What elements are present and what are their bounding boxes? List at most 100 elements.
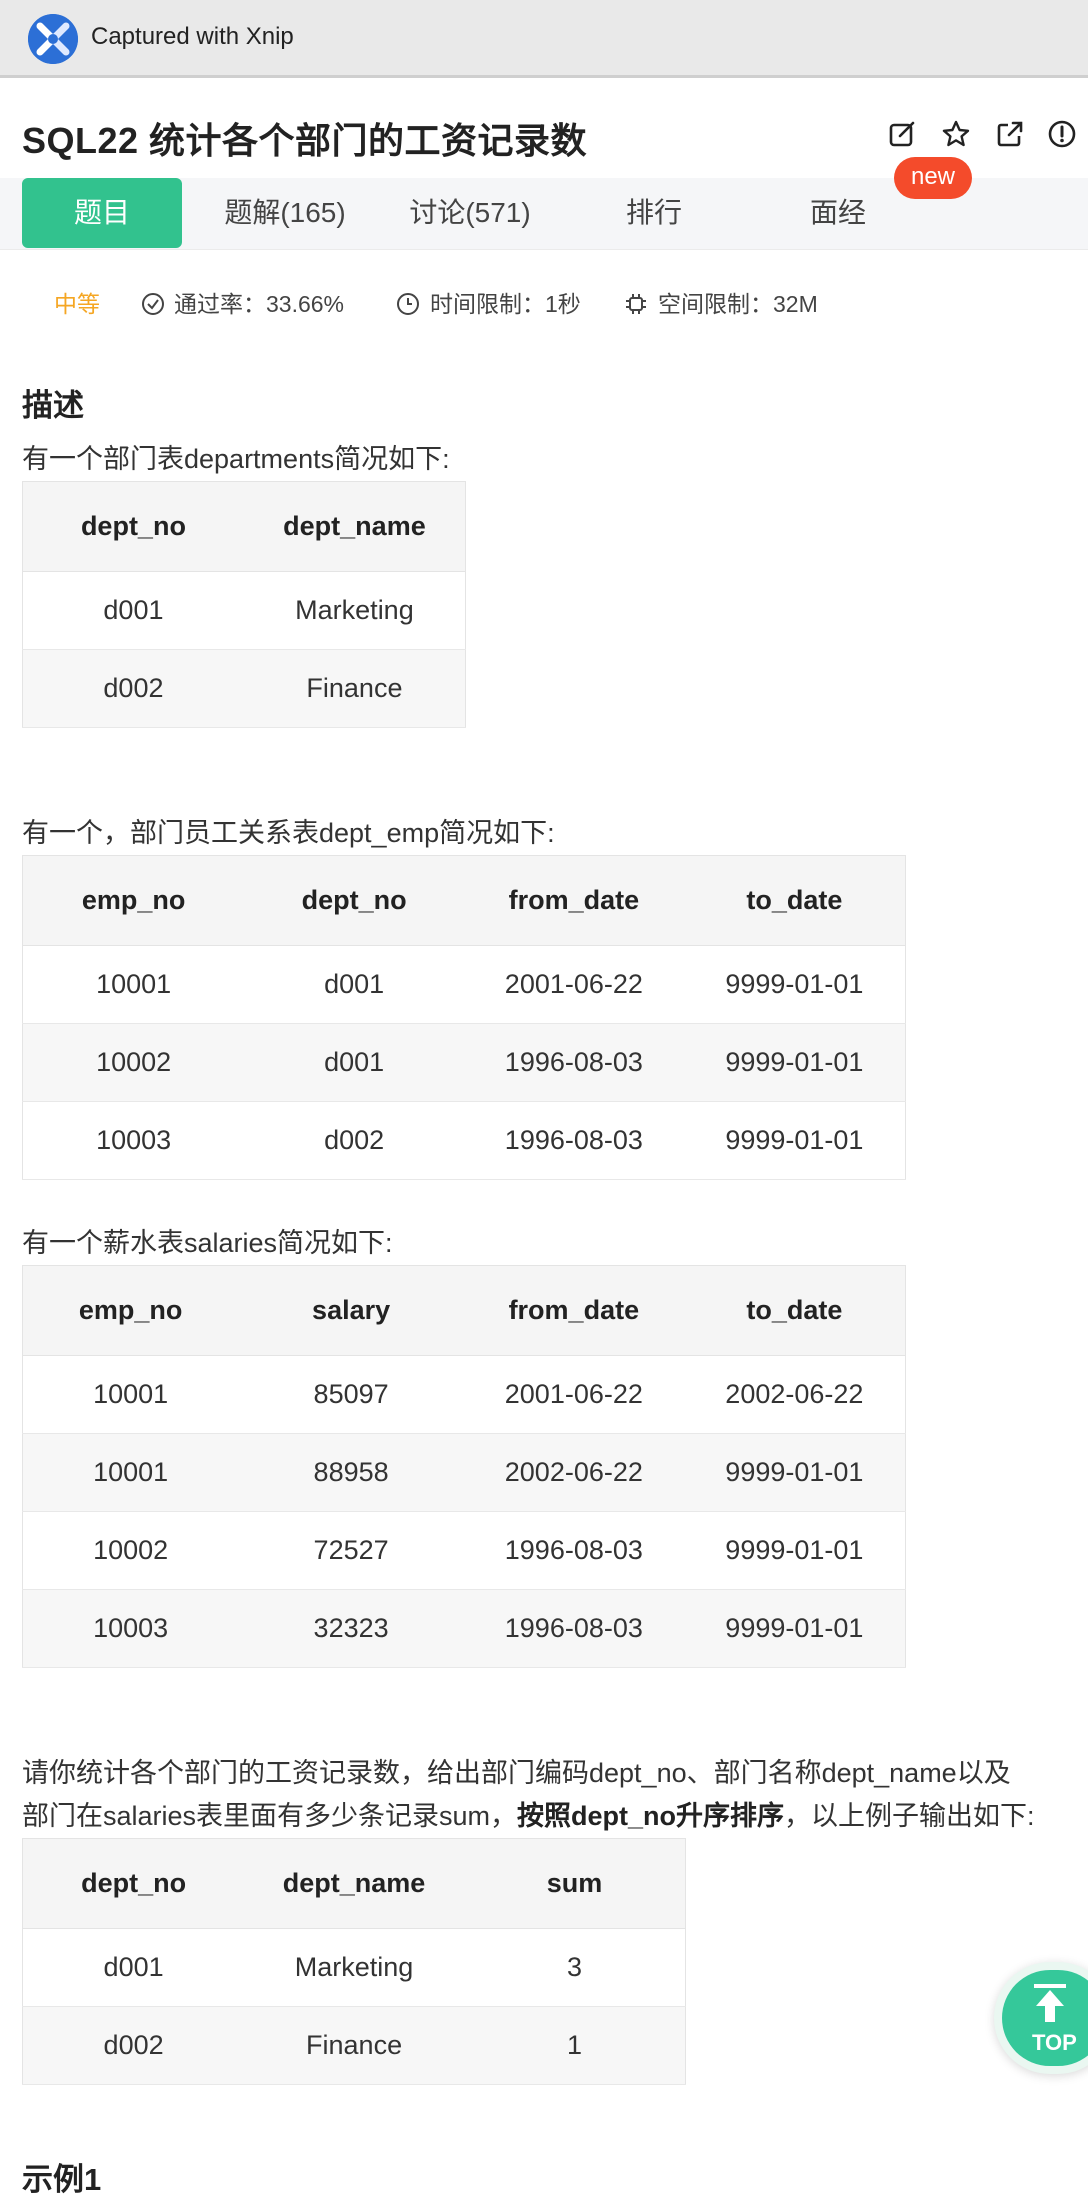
table-cell: 2002-06-22	[683, 1355, 906, 1434]
table-row: 10001 85097 2001-06-22 2002-06-22	[22, 1355, 906, 1434]
column-header: dept_no	[22, 1838, 245, 1929]
table-cell: d002	[22, 2006, 245, 2085]
column-header: to_date	[683, 855, 906, 946]
table-row: 10002 72527 1996-08-03 9999-01-01	[22, 1511, 906, 1590]
table-cell: 10002	[22, 1511, 239, 1590]
table-row: d001 Marketing 3	[22, 1928, 686, 2007]
intro-salaries: 有一个薪水表salaries简况如下:	[22, 1228, 393, 1258]
table-cell: 1996-08-03	[463, 1023, 684, 1102]
arrow-up-icon	[1034, 1984, 1066, 2022]
table-row: 10002 d001 1996-08-03 9999-01-01	[22, 1023, 906, 1102]
top-label: TOP	[1032, 2030, 1077, 2055]
description-heading: 描述	[22, 388, 84, 423]
sort-requirement: 按照dept_no升序排序	[517, 1801, 785, 1831]
task-text: 部门在salaries表里面有多少条记录sum，	[22, 1801, 518, 1831]
table-cell: Marketing	[243, 571, 466, 650]
table-cell: 10002	[22, 1023, 245, 1102]
intro-departments: 有一个部门表departments简况如下:	[22, 444, 450, 474]
table-cell: 10003	[22, 1101, 245, 1180]
table-cell: 85097	[238, 1355, 464, 1434]
table-row: 10001 d001 2001-06-22 9999-01-01	[22, 945, 906, 1024]
back-to-top-button[interactable]: TOP	[994, 1962, 1088, 2074]
table-cell: 1996-08-03	[463, 1511, 684, 1590]
task-line-2: 部门在salaries表里面有多少条记录sum，按照dept_no升序排序，以上…	[22, 1795, 1035, 1837]
xnip-bar: Captured with Xnip	[0, 0, 1088, 78]
table-cell: 88958	[238, 1433, 464, 1512]
table-cell: Marketing	[244, 1928, 464, 2007]
share-icon[interactable]	[994, 118, 1026, 150]
table-cell: Finance	[243, 649, 466, 728]
time-limit: 时间限制：1秒	[430, 291, 581, 317]
table-cell: d002	[244, 1101, 464, 1180]
table-row: 10003 32323 1996-08-03 9999-01-01	[22, 1589, 906, 1668]
table-cell: 1996-08-03	[463, 1101, 684, 1180]
table-cell: 10003	[22, 1589, 239, 1668]
tab-problem[interactable]: 题目	[22, 178, 182, 248]
tab-interview[interactable]: 面经	[758, 178, 918, 248]
table-row: d001 Marketing	[22, 571, 466, 650]
xnip-logo-icon	[28, 14, 78, 64]
tab-solutions[interactable]: 题解(165)	[205, 178, 365, 248]
table-cell: 9999-01-01	[683, 1023, 906, 1102]
table-cell: 9999-01-01	[683, 1589, 906, 1668]
column-header: dept_no	[244, 855, 464, 946]
tab-ranking[interactable]: 排行	[574, 178, 734, 248]
column-header: dept_name	[243, 481, 466, 572]
column-header: salary	[238, 1265, 464, 1356]
edit-icon[interactable]	[886, 118, 918, 150]
table-cell: 10001	[22, 1433, 239, 1512]
page-title: SQL22 统计各个部门的工资记录数	[22, 120, 588, 161]
table-cell: d001	[244, 1023, 464, 1102]
table-row: 10001 88958 2002-06-22 9999-01-01	[22, 1433, 906, 1512]
example-heading: 示例1	[22, 2162, 102, 2197]
table-cell: 9999-01-01	[683, 1433, 906, 1512]
salaries-table: emp_no salary from_date to_date 10001 85…	[22, 1265, 906, 1668]
space-limit: 空间限制：32M	[658, 291, 818, 317]
table-row: d002 Finance	[22, 649, 466, 728]
xnip-title: Captured with Xnip	[91, 23, 294, 50]
task-text: ，以上例子输出如下:	[784, 1801, 1035, 1831]
star-icon[interactable]	[940, 118, 972, 150]
table-cell: 2001-06-22	[463, 1355, 684, 1434]
table-cell: d001	[22, 1928, 245, 2007]
column-header: from_date	[463, 1265, 684, 1356]
table-cell: d002	[22, 649, 244, 728]
table-cell: 3	[463, 1928, 686, 2007]
back-to-top-inner: TOP	[1002, 1970, 1088, 2066]
table-cell: 9999-01-01	[683, 1101, 906, 1180]
clock-icon	[396, 289, 420, 319]
pass-rate: 通过率：33.66%	[174, 291, 345, 317]
result-table: dept_no dept_name sum d001 Marketing 3 d…	[22, 1838, 686, 2085]
table-cell: 32323	[238, 1589, 464, 1668]
table-cell: Finance	[244, 2006, 464, 2085]
table-cell: 72527	[238, 1511, 464, 1590]
table-cell: 2001-06-22	[463, 945, 684, 1024]
column-header: emp_no	[22, 1265, 239, 1356]
table-cell: d001	[22, 571, 244, 650]
table-row: 10003 d002 1996-08-03 9999-01-01	[22, 1101, 906, 1180]
difficulty-level: 中等	[54, 291, 100, 317]
tab-discussion[interactable]: 讨论(571)	[390, 178, 550, 248]
column-header: dept_no	[22, 481, 244, 572]
intro-dept-emp: 有一个，部门员工关系表dept_emp简况如下:	[22, 818, 555, 848]
dept-emp-table: emp_no dept_no from_date to_date 10001 d…	[22, 855, 906, 1180]
info-icon[interactable]	[1046, 118, 1078, 150]
table-cell: 1996-08-03	[463, 1589, 684, 1668]
task-line-1: 请你统计各个部门的工资记录数，给出部门编码dept_no、部门名称dept_na…	[22, 1758, 1011, 1788]
table-row: d002 Finance 1	[22, 2006, 686, 2085]
table-cell: 10001	[22, 1355, 239, 1434]
table-cell: 2002-06-22	[463, 1433, 684, 1512]
column-header: dept_name	[244, 1838, 464, 1929]
chip-icon	[624, 289, 648, 319]
new-badge: new	[894, 157, 972, 199]
table-cell: 1	[463, 2006, 686, 2085]
column-header: sum	[463, 1838, 686, 1929]
column-header: to_date	[683, 1265, 906, 1356]
table-cell: 10001	[22, 945, 245, 1024]
column-header: from_date	[463, 855, 684, 946]
table-cell: 9999-01-01	[683, 1511, 906, 1590]
check-circle-icon	[141, 289, 165, 319]
departments-table: dept_no dept_name d001 Marketing d002 Fi…	[22, 481, 466, 728]
column-header: emp_no	[22, 855, 245, 946]
table-cell: d001	[244, 945, 464, 1024]
